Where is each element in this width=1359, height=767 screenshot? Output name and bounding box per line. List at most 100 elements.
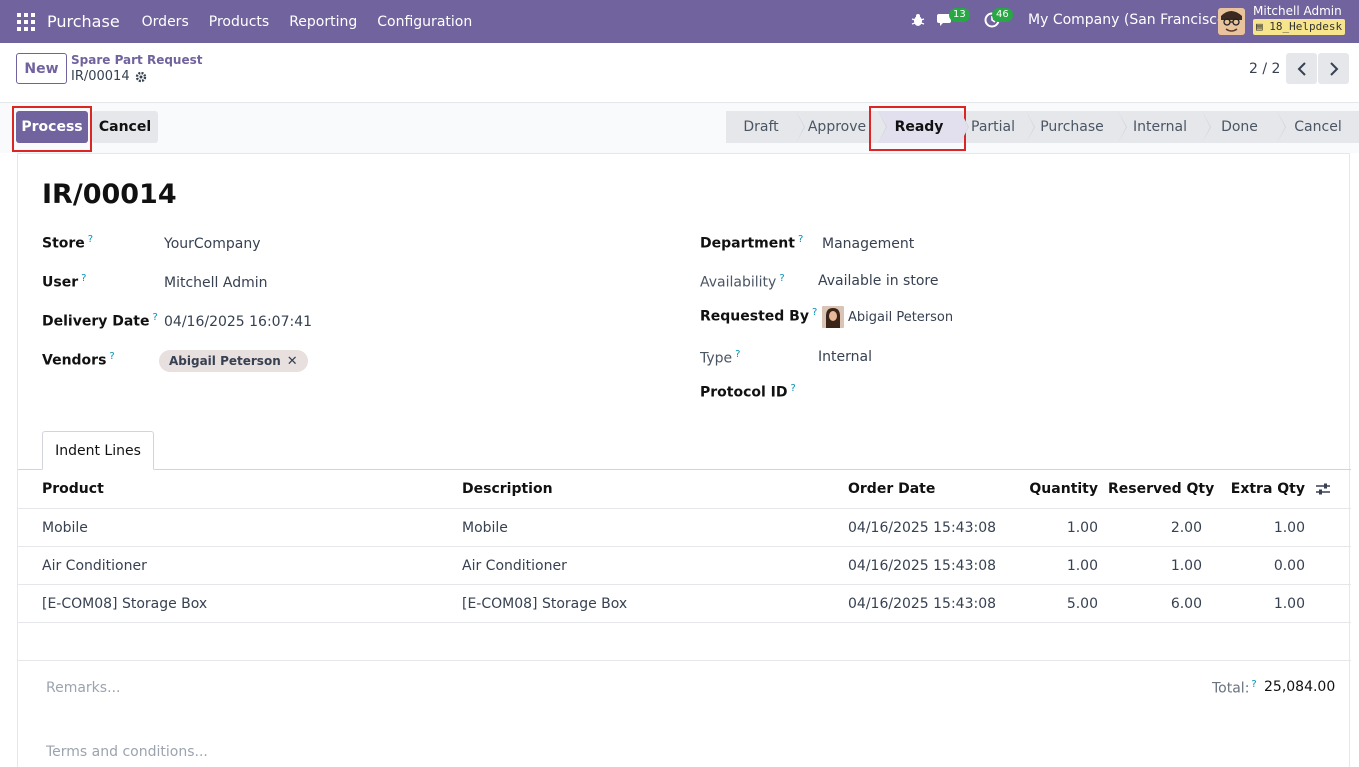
- column-product[interactable]: Product: [42, 470, 104, 508]
- cell-quantity: 1.00: [1066, 558, 1098, 574]
- department-value[interactable]: Management: [822, 236, 914, 252]
- company-switcher[interactable]: My Company (San Francisco): [1028, 12, 1231, 28]
- vendor-tag[interactable]: Abigail Peterson ✕: [159, 350, 308, 372]
- terms-field[interactable]: Terms and conditions...: [46, 744, 208, 760]
- help-icon[interactable]: ?: [779, 273, 784, 284]
- stage-internal[interactable]: Internal: [1118, 111, 1211, 143]
- control-panel: New Spare Part Request IR/00014 2 / 2: [0, 43, 1359, 103]
- record-ref-text: IR/00014: [71, 69, 130, 84]
- table-row[interactable]: Mobile Mobile 04/16/2025 15:43:08 1.00 2…: [18, 509, 1351, 547]
- optional-columns-sliders-icon[interactable]: [1316, 482, 1330, 496]
- department-label-text: Department: [700, 235, 795, 252]
- user-name[interactable]: Mitchell Admin: [1253, 4, 1342, 18]
- delivery-date-label: Delivery Date?: [42, 312, 158, 330]
- help-icon[interactable]: ?: [153, 312, 158, 323]
- menu-item-orders[interactable]: Orders: [132, 14, 199, 30]
- process-button[interactable]: Process: [16, 111, 88, 143]
- requested-by-label: Requested By?: [700, 307, 817, 325]
- requester-avatar: [822, 306, 844, 328]
- total-value: 25,084.00: [1264, 679, 1336, 695]
- cancel-button[interactable]: Cancel: [92, 111, 158, 143]
- debug-bug-icon[interactable]: [911, 13, 925, 27]
- column-extra-qty[interactable]: Extra Qty: [1213, 470, 1305, 508]
- help-icon[interactable]: ?: [88, 234, 93, 245]
- column-reserved-qty[interactable]: Reserved Qty: [1108, 470, 1214, 508]
- menu-item-configuration[interactable]: Configuration: [367, 14, 482, 30]
- store-label: Store?: [42, 234, 93, 252]
- total-label: Total:?: [1212, 679, 1257, 697]
- store-value[interactable]: YourCompany: [164, 236, 261, 252]
- stage-cancel-label: Cancel: [1294, 119, 1342, 135]
- main-menu: Orders Products Reporting Configuration: [132, 14, 483, 30]
- help-icon[interactable]: ?: [1251, 679, 1256, 690]
- gear-icon[interactable]: [135, 71, 147, 83]
- cell-order-date: 04/16/2025 15:43:08: [848, 596, 997, 612]
- table-row[interactable]: [E-COM08] Storage Box [E-COM08] Storage …: [18, 585, 1351, 623]
- user-label: User?: [42, 273, 86, 291]
- availability-label-text: Availability: [700, 274, 777, 291]
- cell-reserved-qty: 2.00: [1170, 520, 1202, 536]
- activity-count-badge: 46: [992, 8, 1013, 22]
- record-title: IR/00014: [42, 179, 177, 210]
- protocol-id-label: Protocol ID?: [700, 383, 796, 401]
- chevron-left-icon: [1297, 61, 1306, 76]
- help-icon[interactable]: ?: [812, 307, 817, 318]
- help-icon[interactable]: ?: [798, 234, 803, 245]
- cell-order-date: 04/16/2025 15:43:08: [848, 558, 997, 574]
- delivery-date-value[interactable]: 04/16/2025 16:07:41: [164, 314, 312, 330]
- availability-value: Available in store: [818, 273, 939, 289]
- new-button[interactable]: New: [16, 53, 67, 84]
- stage-cancel[interactable]: Cancel: [1277, 111, 1359, 143]
- column-description[interactable]: Description: [462, 470, 553, 508]
- app-name[interactable]: Purchase: [47, 12, 120, 31]
- column-quantity[interactable]: Quantity: [1008, 470, 1098, 508]
- cell-product: Air Conditioner: [42, 558, 147, 574]
- cell-product: Mobile: [42, 520, 88, 536]
- cell-description: Air Conditioner: [462, 558, 567, 574]
- cell-extra-qty: 1.00: [1273, 520, 1305, 536]
- stage-draft[interactable]: Draft: [726, 111, 805, 143]
- department-label: Department?: [700, 234, 803, 252]
- cell-quantity: 1.00: [1066, 520, 1098, 536]
- form-sheet: IR/00014 Store? YourCompany User? Mitche…: [17, 153, 1351, 767]
- user-label-text: User: [42, 274, 79, 291]
- apps-grid-icon[interactable]: [17, 12, 35, 31]
- requested-by-value[interactable]: Abigail Peterson: [822, 306, 953, 328]
- type-label: Type?: [700, 349, 740, 367]
- breadcrumb-link[interactable]: Spare Part Request: [71, 53, 203, 67]
- type-value: Internal: [818, 349, 872, 365]
- help-icon[interactable]: ?: [109, 351, 114, 362]
- stage-partial-label: Partial: [971, 119, 1015, 135]
- top-navbar: Purchase Orders Products Reporting Confi…: [0, 0, 1359, 43]
- stage-approve[interactable]: Approve: [796, 111, 887, 143]
- stage-partial[interactable]: Partial: [960, 111, 1035, 143]
- help-icon[interactable]: ?: [791, 383, 796, 394]
- column-order-date[interactable]: Order Date: [848, 470, 935, 508]
- pager-value: 2 / 2: [1249, 61, 1281, 77]
- user-avatar[interactable]: [1218, 8, 1245, 35]
- stage-purchase[interactable]: Purchase: [1026, 111, 1127, 143]
- pager-previous-button[interactable]: [1286, 53, 1317, 84]
- cell-reserved-qty: 1.00: [1170, 558, 1202, 574]
- cell-reserved-qty: 6.00: [1170, 596, 1202, 612]
- stage-done-label: Done: [1221, 119, 1258, 135]
- user-value[interactable]: Mitchell Admin: [164, 275, 268, 291]
- stage-ready-label: Ready: [894, 119, 944, 135]
- help-icon[interactable]: ?: [81, 273, 86, 284]
- indent-lines-table: Product Description Order Date Quantity …: [18, 470, 1351, 661]
- stage-ready[interactable]: Ready: [878, 111, 969, 143]
- stage-purchase-label: Purchase: [1040, 119, 1104, 135]
- help-icon[interactable]: ?: [735, 349, 740, 360]
- remarks-field[interactable]: Remarks...: [46, 680, 120, 696]
- pager-next-button[interactable]: [1318, 53, 1349, 84]
- total-label-text: Total:: [1212, 680, 1250, 697]
- menu-item-reporting[interactable]: Reporting: [279, 14, 367, 30]
- stage-done[interactable]: Done: [1202, 111, 1286, 143]
- table-row[interactable]: Air Conditioner Air Conditioner 04/16/20…: [18, 547, 1351, 585]
- menu-item-products[interactable]: Products: [199, 14, 279, 30]
- tab-indent-lines[interactable]: Indent Lines: [42, 431, 154, 470]
- database-name: 18_Helpdesk: [1269, 20, 1343, 33]
- close-icon[interactable]: ✕: [287, 354, 298, 369]
- cell-order-date: 04/16/2025 15:43:08: [848, 520, 997, 536]
- requester-name: Abigail Peterson: [848, 309, 954, 325]
